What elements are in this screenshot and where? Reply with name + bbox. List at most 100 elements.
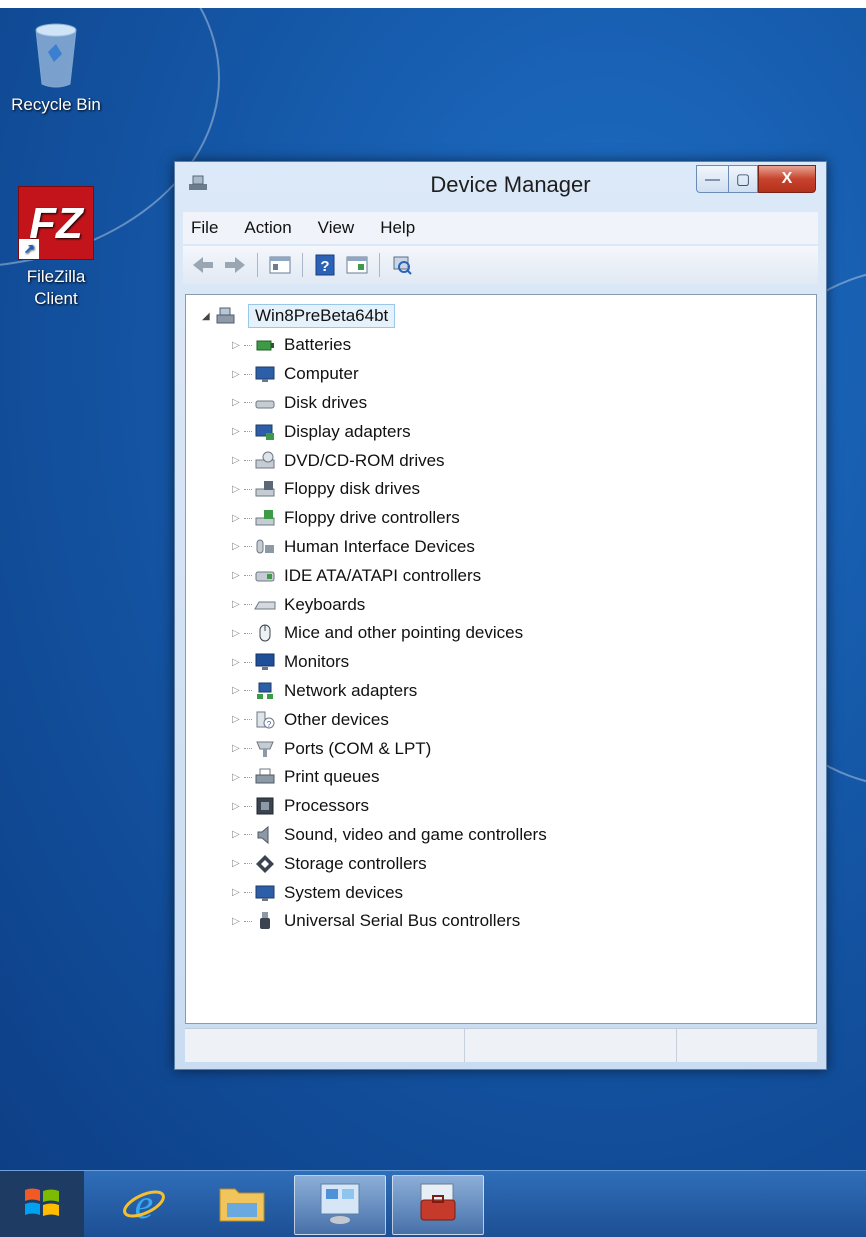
filezilla-label-line2: Client	[34, 289, 78, 308]
tree-category-item[interactable]: ▷ Floppy drive controllers	[232, 504, 547, 533]
tree-category-label: Keyboards	[284, 594, 366, 614]
recycle-bin-icon	[32, 22, 80, 90]
menu-file[interactable]: File	[191, 218, 218, 238]
tree-connector	[244, 488, 252, 490]
tree-category-item[interactable]: ▷ Ports (COM & LPT)	[232, 734, 547, 763]
collapsed-arrow-icon[interactable]: ▷	[232, 916, 244, 927]
tree-category-item[interactable]: ▷ Display adapters	[232, 417, 547, 446]
collapsed-arrow-icon[interactable]: ▷	[232, 772, 244, 783]
tree-connector	[244, 920, 252, 922]
tree-category-item[interactable]: ▷ IDE ATA/ATAPI controllers	[232, 561, 547, 590]
tree-root-node[interactable]: ◢ Win8PreBeta64bt	[202, 303, 396, 329]
floppy-controller-icon	[254, 507, 276, 529]
tree-category-item[interactable]: ▷ Batteries	[232, 331, 547, 360]
collapsed-arrow-icon[interactable]: ▷	[232, 541, 244, 552]
speaker-icon	[254, 824, 276, 846]
tree-category-label: Human Interface Devices	[284, 536, 475, 556]
device-manager-icon	[415, 1180, 461, 1231]
taskbar-file-explorer[interactable]	[196, 1175, 288, 1235]
tree-category-item[interactable]: ▷? Other devices	[232, 705, 547, 734]
tree-category-item[interactable]: ▷ Computer	[232, 360, 547, 389]
tree-category-label: Processors	[284, 796, 370, 816]
taskbar-device-manager[interactable]	[392, 1175, 484, 1235]
tree-category-label: System devices	[284, 882, 404, 902]
collapsed-arrow-icon[interactable]: ▷	[232, 714, 244, 725]
collapsed-arrow-icon[interactable]: ▷	[232, 570, 244, 581]
tree-category-label: Floppy drive controllers	[284, 508, 460, 528]
collapsed-arrow-icon[interactable]: ▷	[232, 685, 244, 696]
tree-category-item[interactable]: ▷ Processors	[232, 792, 547, 821]
collapsed-arrow-icon[interactable]: ▷	[232, 369, 244, 380]
recycle-bin-desktop-icon[interactable]: Recycle Bin	[6, 22, 106, 116]
menu-view[interactable]: View	[318, 218, 355, 238]
collapsed-arrow-icon[interactable]: ▷	[232, 657, 244, 668]
properties-icon[interactable]	[345, 253, 369, 277]
title-bar[interactable]: Device Manager — ▢ X	[175, 162, 826, 206]
tree-connector	[244, 661, 252, 663]
tree-connector	[244, 892, 252, 894]
tree-category-item[interactable]: ▷ Mice and other pointing devices	[232, 619, 547, 648]
collapsed-arrow-icon[interactable]: ▷	[232, 340, 244, 351]
svg-text:?: ?	[320, 258, 329, 275]
collapsed-arrow-icon[interactable]: ▷	[232, 801, 244, 812]
minimize-button[interactable]: —	[696, 165, 728, 193]
tree-root-label: Win8PreBeta64bt	[248, 304, 396, 328]
show-hide-console-tree-icon[interactable]	[268, 253, 292, 277]
forward-icon[interactable]	[223, 253, 247, 277]
device-tree[interactable]: ◢ Win8PreBeta64bt ▷ Batteries ▷ Computer ▷ Di…	[185, 294, 817, 1024]
tree-connector	[244, 776, 252, 778]
tree-category-item[interactable]: ▷ Monitors	[232, 648, 547, 677]
tree-category-label: Print queues	[284, 767, 380, 787]
svg-text:e: e	[135, 1182, 154, 1226]
tree-category-item[interactable]: ▷ Sound, video and game controllers	[232, 821, 547, 850]
tree-category-item[interactable]: ▷ Print queues	[232, 763, 547, 792]
tree-category-item[interactable]: ▷ Universal Serial Bus controllers	[232, 907, 547, 936]
close-button[interactable]: X	[758, 165, 816, 193]
tree-category-item[interactable]: ▷ Human Interface Devices	[232, 533, 547, 562]
back-icon[interactable]	[191, 253, 215, 277]
taskbar-control-panel[interactable]	[294, 1175, 386, 1235]
port-icon	[254, 738, 276, 760]
collapsed-arrow-icon[interactable]: ▷	[232, 426, 244, 437]
collapsed-arrow-icon[interactable]: ▷	[232, 628, 244, 639]
tree-category-item[interactable]: ▷ Floppy disk drives	[232, 475, 547, 504]
tree-connector	[244, 719, 252, 721]
taskbar-internet-explorer[interactable]: e	[98, 1175, 190, 1235]
collapsed-arrow-icon[interactable]: ▷	[232, 887, 244, 898]
maximize-button[interactable]: ▢	[728, 165, 758, 193]
tree-connector	[244, 863, 252, 865]
dvd-icon	[254, 450, 276, 472]
help-icon[interactable]: ?	[313, 253, 337, 277]
tree-category-item[interactable]: ▷ System devices	[232, 878, 547, 907]
collapsed-arrow-icon[interactable]: ▷	[232, 599, 244, 610]
status-cell	[465, 1029, 677, 1062]
scan-hardware-icon[interactable]	[390, 253, 414, 277]
tree-category-item[interactable]: ▷ Storage controllers	[232, 849, 547, 878]
collapsed-arrow-icon[interactable]: ▷	[232, 455, 244, 466]
tree-connector	[244, 632, 252, 634]
tree-category-label: Display adapters	[284, 421, 411, 441]
status-cell	[677, 1029, 815, 1062]
collapsed-arrow-icon[interactable]: ▷	[232, 484, 244, 495]
tree-category-label: Floppy disk drives	[284, 479, 421, 499]
tree-category-item[interactable]: ▷ Keyboards	[232, 590, 547, 619]
expanded-arrow-icon[interactable]: ◢	[202, 311, 214, 322]
menu-action[interactable]: Action	[244, 218, 291, 238]
device-manager-window[interactable]: Device Manager — ▢ X File Action View He…	[174, 161, 827, 1070]
tree-connector	[244, 805, 252, 807]
toolbar-separator	[257, 253, 258, 277]
collapsed-arrow-icon[interactable]: ▷	[232, 858, 244, 869]
collapsed-arrow-icon[interactable]: ▷	[232, 513, 244, 524]
collapsed-arrow-icon[interactable]: ▷	[232, 743, 244, 754]
collapsed-arrow-icon[interactable]: ▷	[232, 829, 244, 840]
filezilla-desktop-icon[interactable]: FZ ↗ FileZilla Client	[6, 186, 106, 310]
tree-category-item[interactable]: ▷ Disk drives	[232, 389, 547, 418]
toolbar: ?	[183, 246, 818, 284]
start-button[interactable]	[0, 1171, 84, 1237]
tree-category-item[interactable]: ▷ Network adapters	[232, 677, 547, 706]
collapsed-arrow-icon[interactable]: ▷	[232, 397, 244, 408]
tree-category-label: Mice and other pointing devices	[284, 623, 524, 643]
tree-category-item[interactable]: ▷ DVD/CD-ROM drives	[232, 446, 547, 475]
menu-help[interactable]: Help	[380, 218, 415, 238]
network-adapter-icon	[254, 680, 276, 702]
